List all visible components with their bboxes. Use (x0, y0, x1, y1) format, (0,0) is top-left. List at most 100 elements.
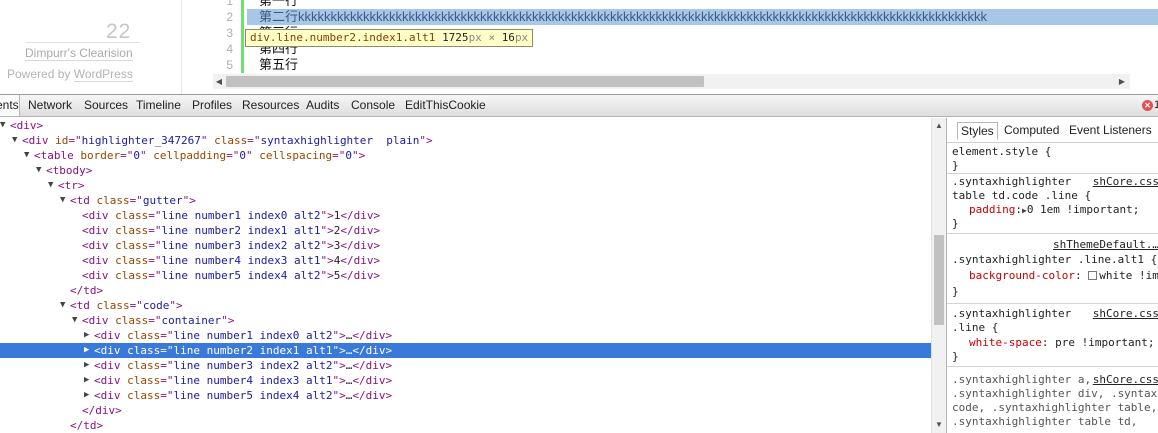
collapsed-triangle-icon[interactable]: ▶ (84, 388, 89, 403)
tab-network[interactable]: Network (28, 95, 72, 116)
tab-elements[interactable]: ents (0, 95, 20, 116)
property-value[interactable]: pre !important; (1055, 336, 1154, 349)
property-value[interactable]: white !important; (1099, 269, 1158, 282)
dom-node[interactable]: <div class="line number3 index2 alt2">3<… (0, 238, 931, 253)
dom-node[interactable]: ▼ <div> (0, 118, 931, 133)
dom-node[interactable]: ▶ <div class="line number4 index3 alt1">…… (0, 373, 931, 388)
dom-node[interactable]: <div class="line number1 index0 alt2">1<… (0, 208, 931, 223)
markup-token: class (115, 269, 149, 282)
error-icon[interactable]: ✕ (1142, 100, 1153, 111)
rule-source-link[interactable]: shThemeDefault.… (1053, 238, 1158, 252)
dom-node-selected[interactable]: ▶ <div class="line number2 index1 alt1">…… (0, 343, 931, 358)
dom-node[interactable]: <div class="line number4 index3 alt1">4<… (0, 253, 931, 268)
tab-styles[interactable]: Styles (957, 122, 998, 140)
tab-audits[interactable]: Audits (306, 95, 339, 116)
tab-timeline[interactable]: Timeline (136, 95, 181, 116)
markup-token: <div (82, 224, 116, 237)
color-swatch-icon[interactable] (1088, 271, 1098, 280)
collapsed-triangle-icon[interactable]: ▶ (84, 373, 89, 388)
rule-source-link[interactable]: shCore.css (1093, 307, 1158, 321)
dom-node[interactable]: ▼ <td class="code"> (0, 298, 931, 313)
markup-token: 0 (239, 149, 246, 162)
expanded-triangle-icon[interactable]: ▼ (60, 193, 65, 208)
dom-node[interactable]: </div> (0, 403, 931, 418)
expanded-triangle-icon[interactable]: ▼ (36, 163, 41, 178)
expanded-triangle-icon[interactable]: ▼ (24, 148, 29, 163)
dom-node[interactable]: ▼ <table border="0" cellpadding="0" cells… (0, 148, 931, 163)
tab-event-listeners[interactable]: Event Listeners (1069, 122, 1152, 140)
dom-node[interactable]: ▶ <div class="line number1 index0 alt2">…… (0, 328, 931, 343)
dom-node[interactable]: ▼ <tr> (0, 178, 931, 193)
css-rule[interactable]: .syntaxhighlighter a, shCore.css .syntax… (947, 367, 1158, 433)
site-name-link[interactable]: Dimpurr's Clearision (25, 46, 133, 61)
markup-token: class (127, 329, 161, 342)
tooltip-selector: div.line.number2.index1.alt1 (250, 31, 436, 44)
dom-node[interactable]: ▶ <div class="line number3 index2 alt2">…… (0, 358, 931, 373)
dom-tree[interactable]: ▼ <div> ▼ <div id="highlighter_347267" clas… (0, 118, 931, 433)
css-declaration[interactable]: white-space: pre !important; (969, 336, 1154, 350)
rule-close: } (952, 285, 959, 298)
scroll-left-arrow-icon[interactable]: ◀ (213, 74, 225, 89)
dom-node-markup: <div id="highlighter_347267" class="synt… (22, 133, 433, 148)
line-number: 2 (226, 10, 233, 24)
error-count[interactable]: 1 (1154, 95, 1158, 116)
tab-resources[interactable]: Resources (242, 95, 299, 116)
markup-token: =" (226, 149, 240, 162)
tab-editthiscookie[interactable]: EditThisCookie (405, 95, 486, 116)
markup-token: <tbody> (46, 164, 93, 177)
wordpress-link[interactable]: WordPress (73, 67, 133, 82)
dom-node[interactable]: ▼ <div class="container"> (0, 313, 931, 328)
tab-computed[interactable]: Computed (1004, 122, 1059, 140)
dom-tree-scrollbar[interactable]: ▲ ▼ (931, 118, 946, 433)
markup-token: cellspacing (259, 149, 333, 162)
css-rule[interactable]: .syntaxhighlighter shCore.css .line { wh… (947, 304, 1158, 367)
expanded-triangle-icon[interactable]: ▼ (72, 313, 77, 328)
markup-token: "> (332, 374, 346, 387)
dom-node[interactable]: <div class="line number2 index1 alt1">2<… (0, 223, 931, 238)
dom-node[interactable]: </td> (0, 283, 931, 298)
markup-token: id (55, 134, 69, 147)
tab-console[interactable]: Console (351, 95, 395, 116)
expanded-triangle-icon[interactable]: ▼ (48, 178, 53, 193)
css-declaration[interactable]: background-color: white !important; (969, 269, 1158, 283)
expanded-triangle-icon[interactable]: ▼ (0, 118, 5, 133)
dom-node[interactable]: ▶ <div class="line number5 index4 alt2">…… (0, 388, 931, 403)
dom-node-markup: <tr> (58, 178, 85, 193)
element-style-rule[interactable]: element.style { } (947, 144, 1158, 174)
css-declaration[interactable]: padding:▶0 1em !important; (969, 203, 1139, 217)
markup-token: </div> (340, 209, 381, 222)
scroll-up-arrow-icon[interactable]: ▲ (932, 120, 946, 132)
code-horizontal-scrollbar[interactable]: ◀ ▶ (213, 74, 1130, 89)
property-name[interactable]: padding (969, 203, 1015, 216)
property-value[interactable]: 0 1em !important; (1027, 203, 1140, 216)
css-rule[interactable]: shThemeDefault.… .syntaxhighlighter .lin… (947, 234, 1158, 304)
expanded-triangle-icon[interactable]: ▼ (12, 133, 17, 148)
markup-token: class (115, 224, 149, 237)
scroll-down-arrow-icon[interactable]: ▼ (932, 419, 946, 431)
collapsed-triangle-icon[interactable]: ▶ (84, 358, 89, 373)
scrollbar-thumb[interactable] (226, 76, 704, 87)
markup-token: line number5 index4 alt2 (161, 269, 321, 282)
dom-node[interactable]: <div class="line number5 index4 alt2">5<… (0, 268, 931, 283)
rule-source-link[interactable]: shCore.css (1093, 373, 1158, 387)
collapsed-triangle-icon[interactable]: ▶ (84, 328, 89, 343)
dom-node[interactable]: ▼ <tbody> (0, 163, 931, 178)
dom-node[interactable]: ▼ <div id="highlighter_347267" class="syn… (0, 133, 931, 148)
scroll-right-arrow-icon[interactable]: ▶ (1116, 74, 1128, 89)
markup-token: <div> (10, 119, 44, 132)
collapsed-triangle-icon[interactable]: ▶ (84, 343, 89, 358)
markup-token: <div (94, 374, 128, 387)
dom-node-markup: <table border="0" cellpadding="0" cellsp… (34, 148, 365, 163)
dom-node[interactable]: ▼ <td class="gutter"> (0, 193, 931, 208)
property-name[interactable]: background-color (969, 269, 1075, 282)
expanded-triangle-icon[interactable]: ▼ (60, 298, 65, 313)
tab-profiles[interactable]: Profiles (192, 95, 232, 116)
dom-node-markup: <div class="line number4 index3 alt1">4<… (82, 253, 380, 268)
css-rule[interactable]: .syntaxhighlighter shCore.css table td.c… (947, 174, 1158, 234)
scrollbar-thumb[interactable] (934, 235, 944, 325)
dom-node[interactable]: </td> (0, 418, 931, 433)
markup-token: </div> (340, 224, 381, 237)
tab-sources[interactable]: Sources (84, 95, 128, 116)
rule-source-link[interactable]: shCore.css (1093, 175, 1158, 189)
property-name[interactable]: white-space (969, 336, 1042, 349)
